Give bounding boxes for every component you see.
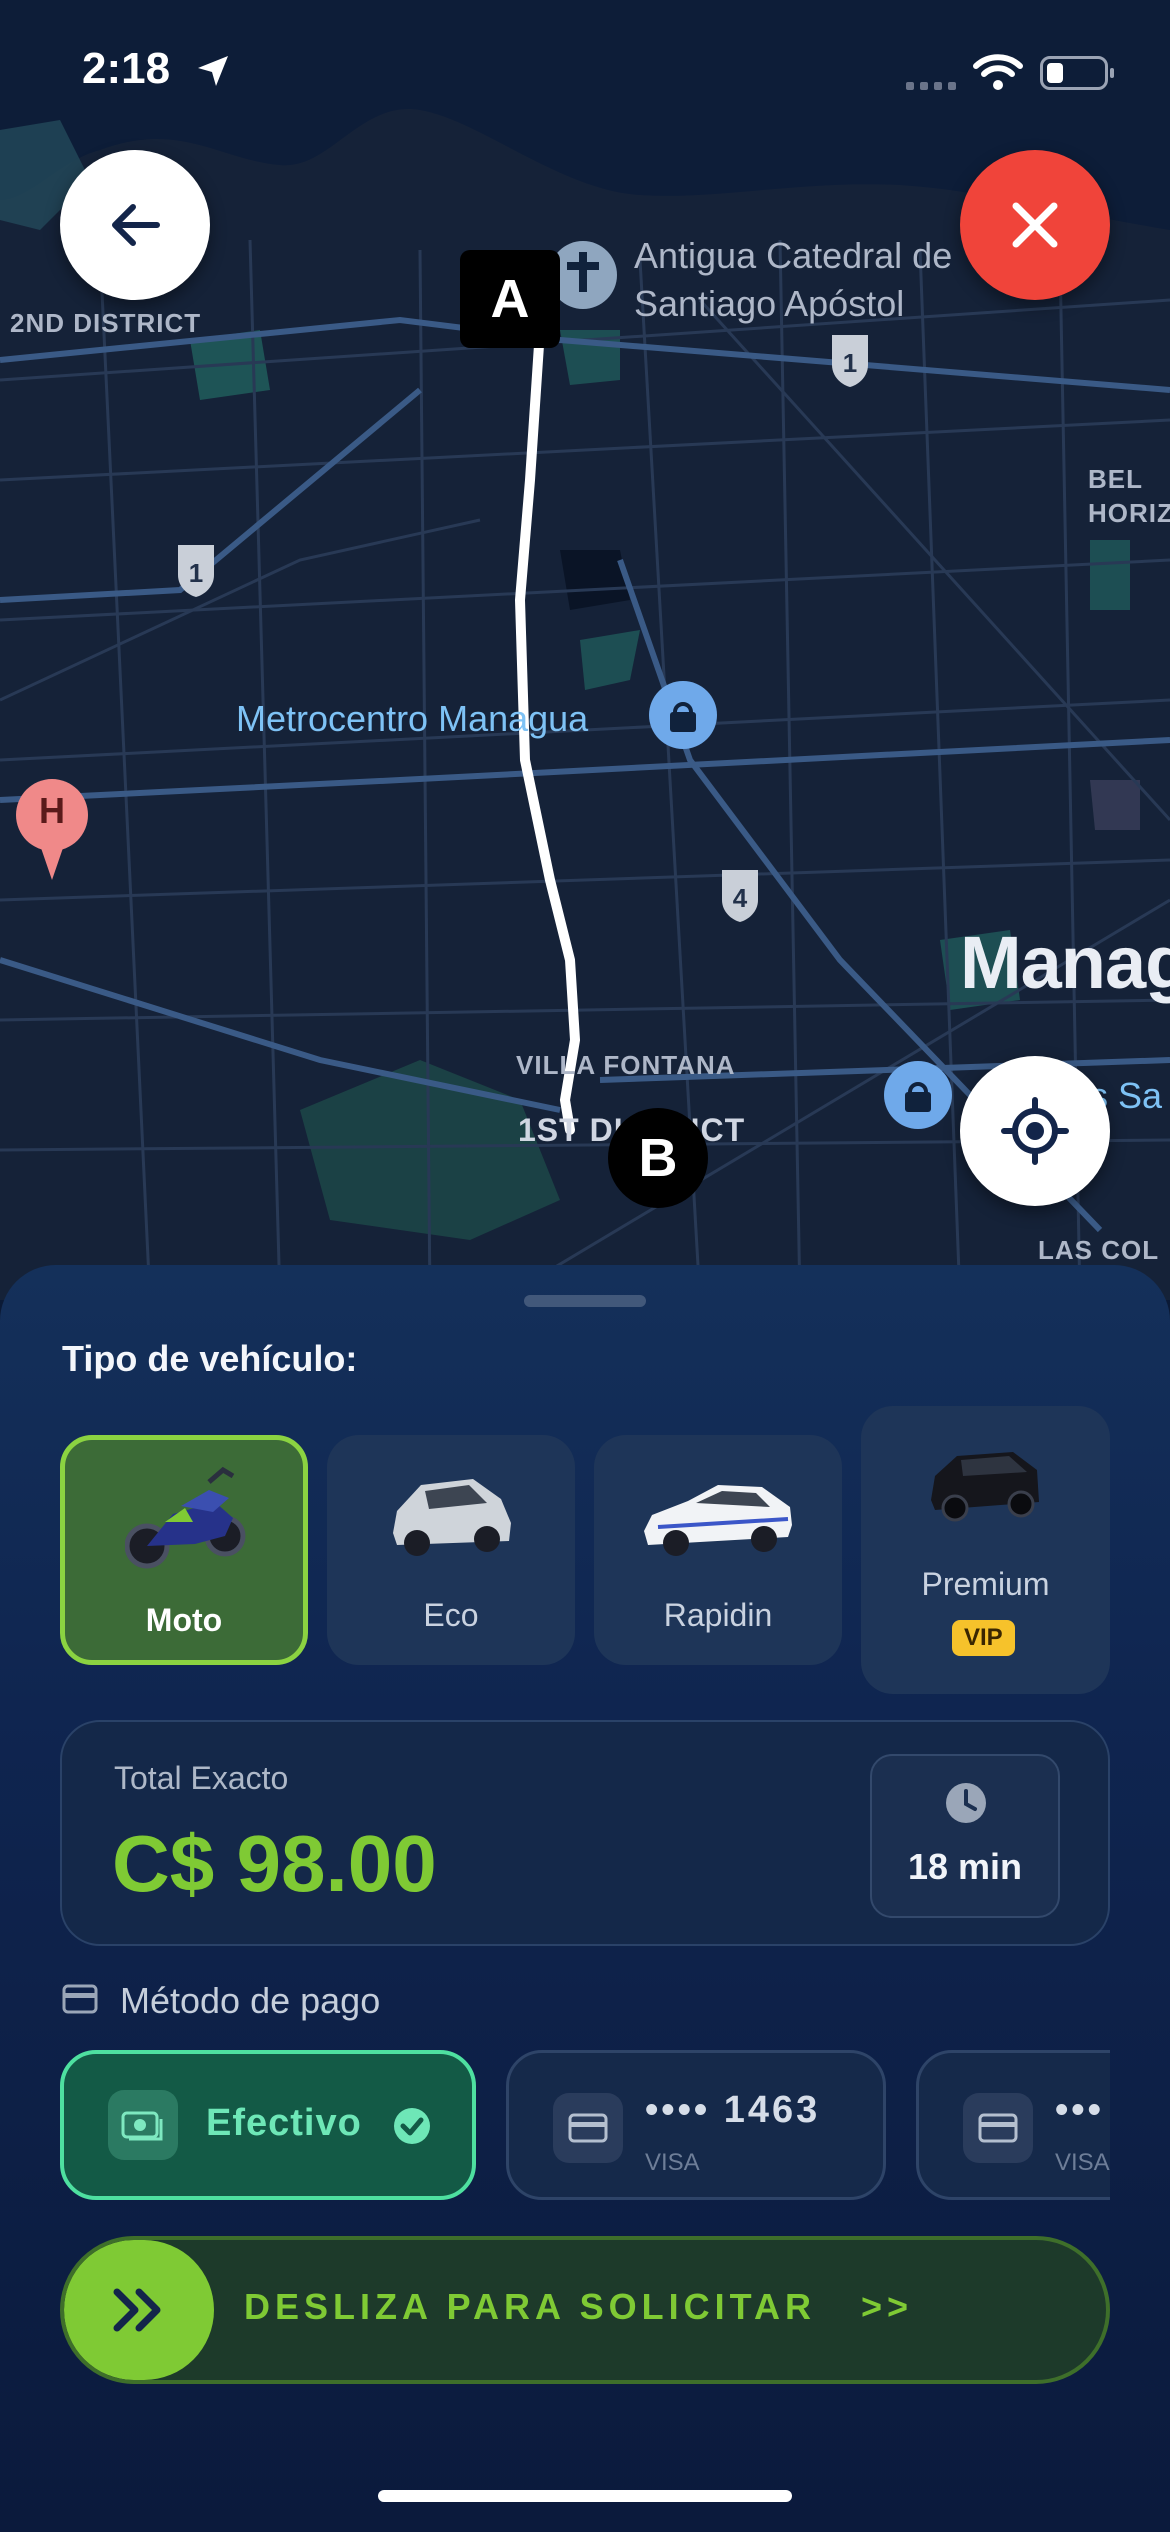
eta-time: 18 min: [907, 1846, 1023, 1887]
card-icon: [553, 2093, 623, 2163]
villa-fontana-label: VILLA FONTANA: [516, 1050, 736, 1080]
fare-summary: Total Exacto C$ 98.00 18 min: [60, 1720, 1110, 1946]
route-shield-4-label: 4: [732, 883, 748, 913]
vehicle-label-moto: Moto: [145, 1602, 223, 1638]
signal-icon: [906, 82, 956, 90]
route-shield-1a-label: 1: [842, 348, 858, 378]
las-colinas-label: LAS COL: [1038, 1235, 1160, 1265]
vehicle-label-eco: Eco: [423, 1597, 479, 1633]
payment-card-1463[interactable]: •••• 1463 VISA: [506, 2050, 886, 2200]
route-shield-1b-label: 1: [188, 558, 204, 588]
wifi-icon: [973, 54, 1023, 90]
shopping-pin-icon: [649, 681, 717, 749]
card-2-brand: VISA: [1055, 2149, 1110, 2176]
cash-icon: [108, 2090, 178, 2160]
cancel-button[interactable]: [960, 150, 1110, 300]
check-circle-icon: [394, 2108, 430, 2144]
slide-to-request[interactable]: DESLIZA PARA SOLICITAR >>: [60, 2236, 1110, 2384]
bel-horiz-label: BEL HORIZ: [1088, 464, 1170, 528]
hospital-label: H: [39, 790, 65, 831]
payment-cash[interactable]: Efectivo: [60, 2050, 476, 2200]
eta-box: 18 min: [870, 1754, 1060, 1918]
premium-suv-icon: [931, 1452, 1039, 1522]
total-amount: C$ 98.00: [112, 1819, 437, 1908]
credit-card-icon: [62, 1984, 98, 2014]
vehicle-card-eco[interactable]: Eco: [327, 1435, 575, 1665]
metrocentro-label: Metrocentro Managua: [236, 698, 589, 739]
card-brand: VISA: [645, 2149, 700, 2176]
card-2-number: •••: [1055, 2089, 1104, 2131]
location-arrow-icon: [198, 56, 228, 86]
cathedral-label: Antigua Catedral de Santiago Apóstol: [634, 235, 953, 324]
slider-label: DESLIZA PARA SOLICITAR >>: [244, 2286, 914, 2327]
payment-title: Método de pago: [120, 1980, 381, 2021]
vehicle-label-premium: Premium: [921, 1566, 1050, 1602]
my-location-button[interactable]: [960, 1056, 1110, 1206]
clock-icon: [946, 1783, 986, 1823]
vehicle-card-rapidin[interactable]: Rapidin: [594, 1435, 842, 1665]
start-marker[interactable]: A: [460, 250, 560, 348]
eco-car-icon: [393, 1479, 511, 1556]
double-chevron-icon: [113, 2288, 161, 2332]
district-2-label: 2ND DISTRICT: [10, 308, 202, 338]
sheet-handle[interactable]: [524, 1295, 646, 1307]
card-2-icon: [963, 2093, 1033, 2163]
shopping-pin-2-icon: [884, 1061, 952, 1129]
card-number: •••• 1463: [645, 2089, 821, 2131]
city-label: Manag: [960, 921, 1170, 1004]
vip-badge: VIP: [952, 1620, 1015, 1656]
rapidin-car-icon: [644, 1485, 792, 1556]
total-label: Total Exacto: [114, 1760, 289, 1796]
motorcycle-icon: [125, 1466, 246, 1569]
vehicle-card-moto[interactable]: Moto: [60, 1435, 308, 1665]
arrow-left-icon: [112, 204, 160, 246]
status-time: 2:18: [82, 44, 171, 93]
back-button[interactable]: [60, 150, 210, 300]
payment-card-2[interactable]: ••• VISA: [916, 2050, 1110, 2200]
home-indicator: [378, 2490, 792, 2502]
vehicle-label-rapidin: Rapidin: [663, 1597, 773, 1633]
slider-handle[interactable]: [64, 2240, 214, 2380]
payment-cash-label: Efectivo: [206, 2102, 362, 2144]
vehicle-card-premium[interactable]: Premium VIP: [861, 1406, 1110, 1694]
vehicle-type-title: Tipo de vehículo:: [62, 1338, 358, 1379]
end-marker[interactable]: B: [608, 1108, 708, 1208]
battery-icon: [1040, 56, 1114, 90]
close-icon: [1012, 202, 1058, 248]
payment-methods-row[interactable]: Efectivo •••• 1463 VISA ••• VISA: [60, 2050, 1110, 2206]
crosshair-icon: [1001, 1097, 1069, 1165]
